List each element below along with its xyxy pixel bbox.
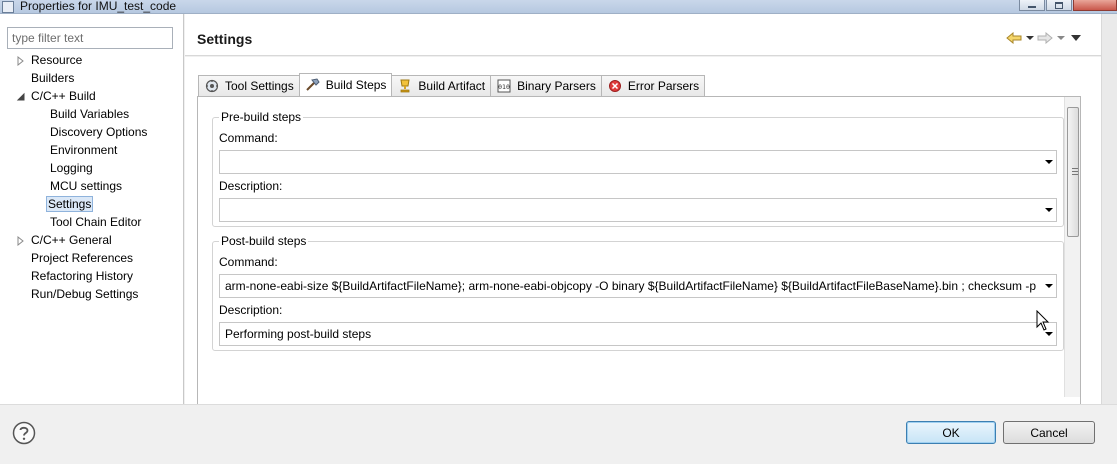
window-title: Properties for IMU_test_code (20, 0, 177, 13)
tree-item-label: Tool Chain Editor (50, 215, 142, 229)
tree-item-label: Resource (31, 53, 83, 67)
tree-item-builders[interactable]: Builders (29, 70, 76, 87)
tree-item-tool-chain-editor[interactable]: Tool Chain Editor (48, 214, 143, 231)
tree-item-label: C/C++ General (31, 233, 112, 247)
page-scrollbar[interactable] (1101, 14, 1117, 404)
tree-item-mcu-settings[interactable]: MCU settings (48, 178, 124, 195)
tree-item-label: Project References (31, 251, 134, 265)
help-icon[interactable] (12, 421, 36, 445)
settings-tabs: Tool Settings Build Steps Build Artifact… (198, 73, 706, 96)
grip-line (1072, 174, 1078, 175)
tree-item-label: Environment (50, 143, 118, 157)
tree-item-label: Builders (31, 71, 75, 85)
expand-arrow-icon[interactable] (16, 236, 26, 246)
chevron-down-icon[interactable] (1042, 151, 1056, 173)
tree-item-run-debug-settings[interactable]: Run/Debug Settings (29, 286, 140, 303)
tab-label: Build Artifact (418, 79, 486, 93)
filter-input[interactable] (7, 27, 173, 49)
postbuild-description-label: Description: (219, 303, 283, 317)
mouse-cursor-icon (1036, 309, 1050, 332)
tree-item-label: Run/Debug Settings (31, 287, 139, 301)
ok-button[interactable]: OK (906, 421, 996, 444)
settings-page: Settings Tool Settings Build Steps Build… (185, 14, 1117, 404)
page-title: Settings (197, 31, 253, 47)
forward-dropdown-icon[interactable] (1056, 31, 1065, 45)
postbuild-group-title: Post-build steps (219, 234, 309, 248)
tree-item-settings[interactable]: Settings (46, 196, 94, 213)
tab-binary-parsers[interactable]: 010 Binary Parsers (490, 75, 602, 96)
tree-item-label: C/C++ Build (31, 89, 96, 103)
tab-tool-settings[interactable]: Tool Settings (198, 75, 300, 96)
tab-error-parsers[interactable]: Error Parsers (600, 75, 706, 96)
prebuild-description-label: Description: (219, 179, 283, 193)
tree-item-label: Refactoring History (31, 269, 134, 283)
back-dropdown-icon[interactable] (1025, 31, 1034, 45)
tree-item-environment[interactable]: Environment (48, 142, 119, 159)
prebuild-command-label: Command: (219, 131, 278, 145)
back-arrow-icon[interactable] (1005, 31, 1023, 45)
gear-icon (204, 79, 220, 93)
svg-text:010: 010 (498, 83, 510, 91)
tree-item-label: Discovery Options (50, 125, 148, 139)
expand-arrow-icon[interactable] (16, 56, 26, 66)
binary-icon: 010 (496, 79, 512, 93)
grip-line (1072, 171, 1078, 172)
minimize-button[interactable] (1019, 0, 1045, 11)
app-icon (2, 1, 14, 13)
tree-item-project-references[interactable]: Project References (29, 250, 135, 267)
tab-label: Binary Parsers (517, 79, 596, 93)
tree-item-label: Logging (50, 161, 93, 175)
tree-item-logging[interactable]: Logging (48, 160, 95, 177)
tab-label: Error Parsers (627, 79, 700, 93)
page-header: Settings (185, 14, 1101, 56)
combo-value: Performing post-build steps (225, 327, 372, 341)
combo-value: arm-none-eabi-size ${BuildArtifactFileNa… (225, 279, 1037, 293)
maximize-button[interactable] (1046, 0, 1072, 11)
window-controls (1018, 0, 1117, 12)
tree-item-label: MCU settings (50, 179, 123, 193)
postbuild-description-combo[interactable]: Performing post-build steps (219, 322, 1057, 346)
maximize-icon (1055, 1, 1063, 9)
chevron-down-icon[interactable] (1042, 275, 1056, 297)
cancel-button[interactable]: Cancel (1003, 421, 1095, 444)
tab-label: Build Steps (325, 78, 387, 92)
error-icon (607, 79, 623, 93)
minimize-icon (1028, 5, 1036, 8)
tree-item-label: Build Variables (50, 107, 130, 121)
panel-scrollbar[interactable] (1064, 97, 1080, 397)
prebuild-description-combo[interactable] (219, 198, 1057, 222)
build-steps-panel: Pre-build steps Command: Description: Po… (197, 96, 1081, 404)
close-button[interactable] (1073, 0, 1117, 11)
tree-item-discovery-options[interactable]: Discovery Options (48, 124, 149, 141)
tree-item-build-variables[interactable]: Build Variables (48, 106, 131, 123)
scrollbar-thumb[interactable] (1067, 107, 1079, 237)
tree-item-resource[interactable]: Resource (16, 52, 84, 69)
tree-item-cpp-general[interactable]: C/C++ General (16, 232, 114, 249)
view-menu-icon[interactable] (1067, 31, 1085, 45)
tab-label: Tool Settings (225, 79, 294, 93)
tab-build-steps[interactable]: Build Steps (298, 73, 393, 96)
trophy-icon (397, 79, 413, 93)
grip-line (1072, 168, 1078, 169)
collapse-arrow-icon[interactable] (16, 92, 26, 102)
postbuild-command-label: Command: (219, 255, 278, 269)
tree-item-label: Settings (46, 196, 94, 212)
tree-item-refactoring-history[interactable]: Refactoring History (29, 268, 135, 285)
properties-sidebar: Resource Builders C/C++ Build Build Vari… (0, 14, 184, 404)
hammer-icon (305, 78, 321, 92)
postbuild-command-combo[interactable]: arm-none-eabi-size ${BuildArtifactFileNa… (219, 274, 1057, 298)
forward-arrow-icon[interactable] (1036, 31, 1054, 45)
window-titlebar: Properties for IMU_test_code (0, 0, 1117, 14)
dialog-button-bar: OK Cancel (0, 404, 1117, 464)
prebuild-command-combo[interactable] (219, 150, 1057, 174)
tree-item-cpp-build[interactable]: C/C++ Build (16, 88, 98, 105)
tab-build-artifact[interactable]: Build Artifact (391, 75, 492, 96)
prebuild-group-title: Pre-build steps (219, 110, 304, 124)
chevron-down-icon[interactable] (1042, 199, 1056, 221)
navigation-toolbar (1005, 31, 1085, 45)
